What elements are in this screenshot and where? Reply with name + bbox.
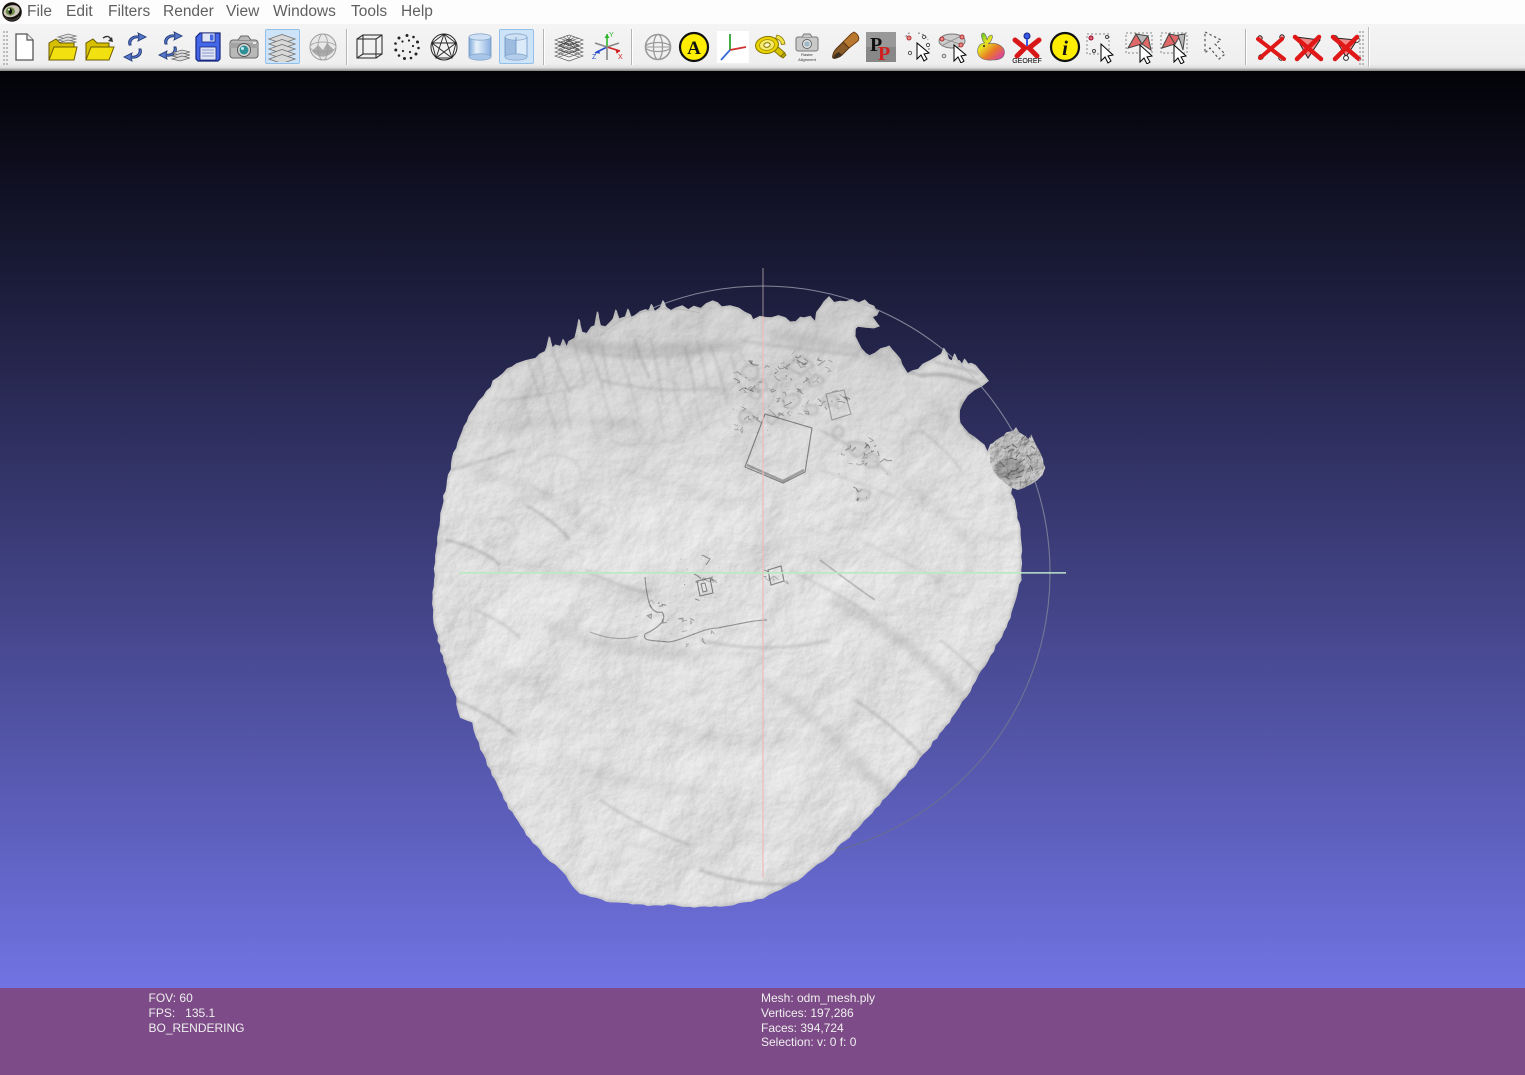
- svg-text:X: X: [618, 54, 623, 61]
- svg-text:P: P: [878, 43, 890, 62]
- svg-text:GEOREF: GEOREF: [1012, 58, 1042, 64]
- svg-text:Y: Y: [609, 32, 614, 39]
- svg-text:A: A: [687, 38, 701, 59]
- svg-text:Z: Z: [592, 54, 597, 61]
- svg-text:i: i: [1062, 36, 1068, 60]
- svg-text:Alignment: Alignment: [798, 57, 817, 62]
